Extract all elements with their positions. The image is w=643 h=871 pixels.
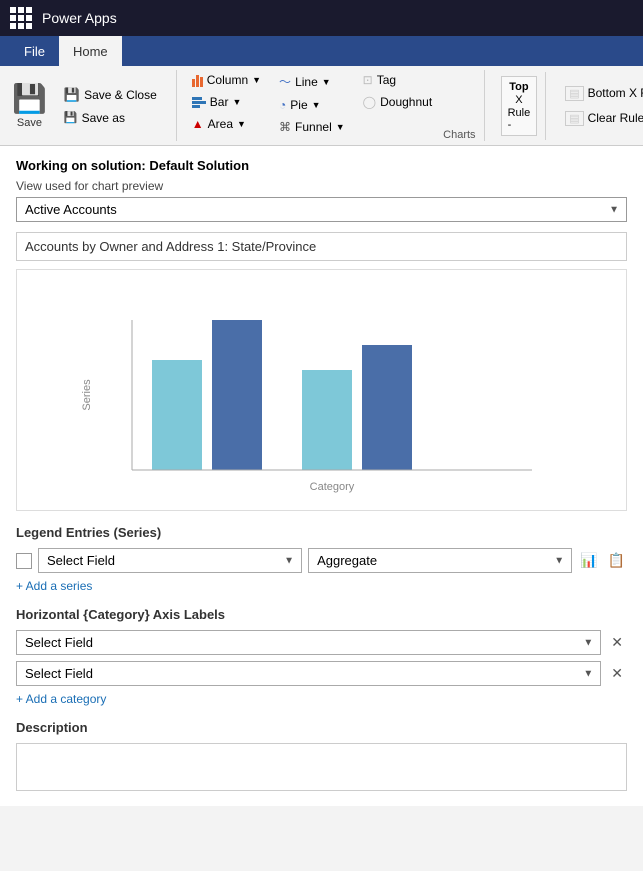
category-section: Horizontal {Category} Axis Labels Select…: [16, 607, 627, 706]
column-chart-button[interactable]: Column ▼: [185, 70, 268, 90]
save-close-button[interactable]: 💾 Save & Close: [57, 84, 164, 106]
chart-area: Series Category: [16, 269, 627, 511]
ribbon-group-charts: Column ▼ Bar ▼ ▲ Area ▼ 〜 Line: [177, 70, 485, 141]
chart-svg: Series Category: [72, 280, 572, 500]
category-section-label: Horizontal {Category} Axis Labels: [16, 607, 627, 622]
pie-chevron-icon: ▼: [312, 100, 321, 110]
view-select-wrapper: Active Accounts: [16, 197, 627, 222]
tab-home[interactable]: Home: [59, 36, 122, 66]
series-checkbox[interactable]: [16, 553, 32, 569]
chart-title-input[interactable]: [16, 232, 627, 261]
main-content: Working on solution: Default Solution Vi…: [0, 146, 643, 806]
series-options-icon[interactable]: 📋: [606, 550, 627, 571]
funnel-chevron-icon: ▼: [336, 122, 345, 132]
series-chart-type-icon[interactable]: 📊: [578, 550, 599, 571]
category-row-1: Select Field ✕: [16, 630, 627, 655]
save-as-button[interactable]: 💾 Save as: [57, 108, 164, 128]
view-select[interactable]: Active Accounts: [16, 197, 627, 222]
save-icon: 💾: [12, 82, 47, 115]
category-field2-select-wrapper: Select Field: [16, 661, 601, 686]
description-textarea[interactable]: [16, 743, 627, 791]
bar-chevron-icon: ▼: [232, 97, 241, 107]
area-chevron-icon: ▼: [237, 119, 246, 129]
ribbon-tabs: File Home: [0, 36, 643, 66]
solution-label: Working on solution: Default Solution: [16, 158, 627, 173]
legend-section: Legend Entries (Series) Select Field Agg…: [16, 525, 627, 593]
category-row-2: Select Field ✕: [16, 661, 627, 686]
series-aggregate-select[interactable]: Aggregate: [308, 548, 572, 573]
ribbon-group-save: 💾 Save 💾 Save & Close 💾 Save as: [0, 70, 177, 141]
category-field1-remove-button[interactable]: ✕: [607, 632, 627, 653]
ribbon-toolbar: 💾 Save 💾 Save & Close 💾 Save as Col: [0, 66, 643, 146]
column-chevron-icon: ▼: [252, 75, 261, 85]
svg-text:Category: Category: [309, 481, 354, 493]
add-series-button[interactable]: + Add a series: [16, 579, 627, 593]
legend-section-label: Legend Entries (Series): [16, 525, 627, 540]
category-field1-select[interactable]: Select Field: [16, 630, 601, 655]
bottom-x-rule-button[interactable]: ▤ Bottom X Rule -: [558, 83, 643, 104]
tag-chart-button[interactable]: ⊡ Tag: [356, 70, 439, 90]
category-field2-remove-button[interactable]: ✕: [607, 663, 627, 684]
ribbon-group-topbottom: Top X Rule - ▤ Bottom X Rule - ▤ Clear R…: [485, 70, 643, 141]
view-label: View used for chart preview: [16, 179, 627, 193]
series-field-select[interactable]: Select Field: [38, 548, 302, 573]
chart-svg-wrapper: Series Category: [27, 280, 616, 500]
tab-file[interactable]: File: [10, 36, 59, 66]
app-grid-icon[interactable]: [10, 7, 32, 29]
charts-col2: 〜 Line ▼ ◔ Pie ▼ ⌘ Funnel ▼: [272, 70, 352, 141]
series-field-select-wrapper: Select Field: [38, 548, 302, 573]
category-field2-select[interactable]: Select Field: [16, 661, 601, 686]
bar-chart-button[interactable]: Bar ▼: [185, 92, 268, 112]
line-chevron-icon: ▼: [322, 77, 331, 87]
top-x-rule-button[interactable]: Top X Rule -: [501, 76, 538, 136]
description-section: Description: [16, 720, 627, 794]
area-chart-button[interactable]: ▲ Area ▼: [185, 114, 268, 134]
series-aggregate-select-wrapper: Aggregate: [308, 548, 572, 573]
app-title: Power Apps: [42, 10, 117, 26]
funnel-chart-button[interactable]: ⌘ Funnel ▼: [272, 117, 352, 137]
save-button-label[interactable]: Save: [17, 117, 42, 129]
pie-chart-button[interactable]: ◔ Pie ▼: [272, 95, 352, 115]
charts-group-label: Charts: [443, 127, 475, 141]
series-row: Select Field Aggregate 📊 📋: [16, 548, 627, 573]
title-bar: Power Apps: [0, 0, 643, 36]
charts-col3: ⊡ Tag ◯ Doughnut: [356, 70, 439, 141]
line-chart-button[interactable]: 〜 Line ▼: [272, 70, 352, 93]
charts-col1: Column ▼ Bar ▼ ▲ Area ▼: [185, 70, 268, 141]
description-label: Description: [16, 720, 627, 735]
svg-text:Series: Series: [81, 379, 93, 411]
clear-rules-button[interactable]: ▤ Clear Rules: [558, 108, 643, 129]
add-category-button[interactable]: + Add a category: [16, 692, 627, 706]
category-field1-select-wrapper: Select Field: [16, 630, 601, 655]
doughnut-chart-button[interactable]: ◯ Doughnut: [356, 92, 439, 112]
